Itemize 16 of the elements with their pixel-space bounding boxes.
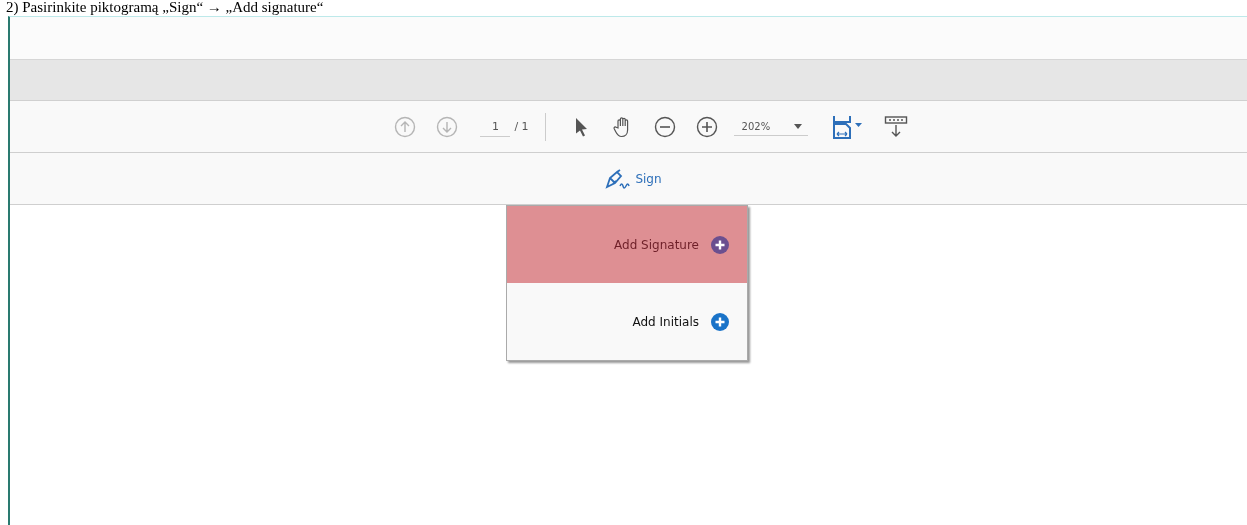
page-number-field[interactable]: 1 xyxy=(480,116,511,137)
caret-icon xyxy=(793,123,802,129)
fit-width-icon[interactable] xyxy=(831,114,864,139)
menu-item[interactable]: Add Initials xyxy=(507,283,747,360)
scroll-mode-icon[interactable] xyxy=(883,114,908,139)
zoom-out-icon[interactable] xyxy=(653,115,676,138)
plus-icon xyxy=(711,235,729,254)
pen-signature-icon xyxy=(605,168,632,189)
page-total: / 1 xyxy=(514,120,529,133)
caption-text: 2) Pasirinkite piktogramą „Sign“ → „Add signature“ xyxy=(5,0,324,16)
zoom-in-icon[interactable] xyxy=(695,115,718,138)
plus-icon xyxy=(711,312,729,331)
sign-button[interactable]: Sign xyxy=(603,166,664,191)
zoom-field[interactable]: 202% xyxy=(733,117,808,136)
zoom-value: 202% xyxy=(741,120,771,132)
menu-item[interactable]: Add Signature xyxy=(507,206,747,283)
